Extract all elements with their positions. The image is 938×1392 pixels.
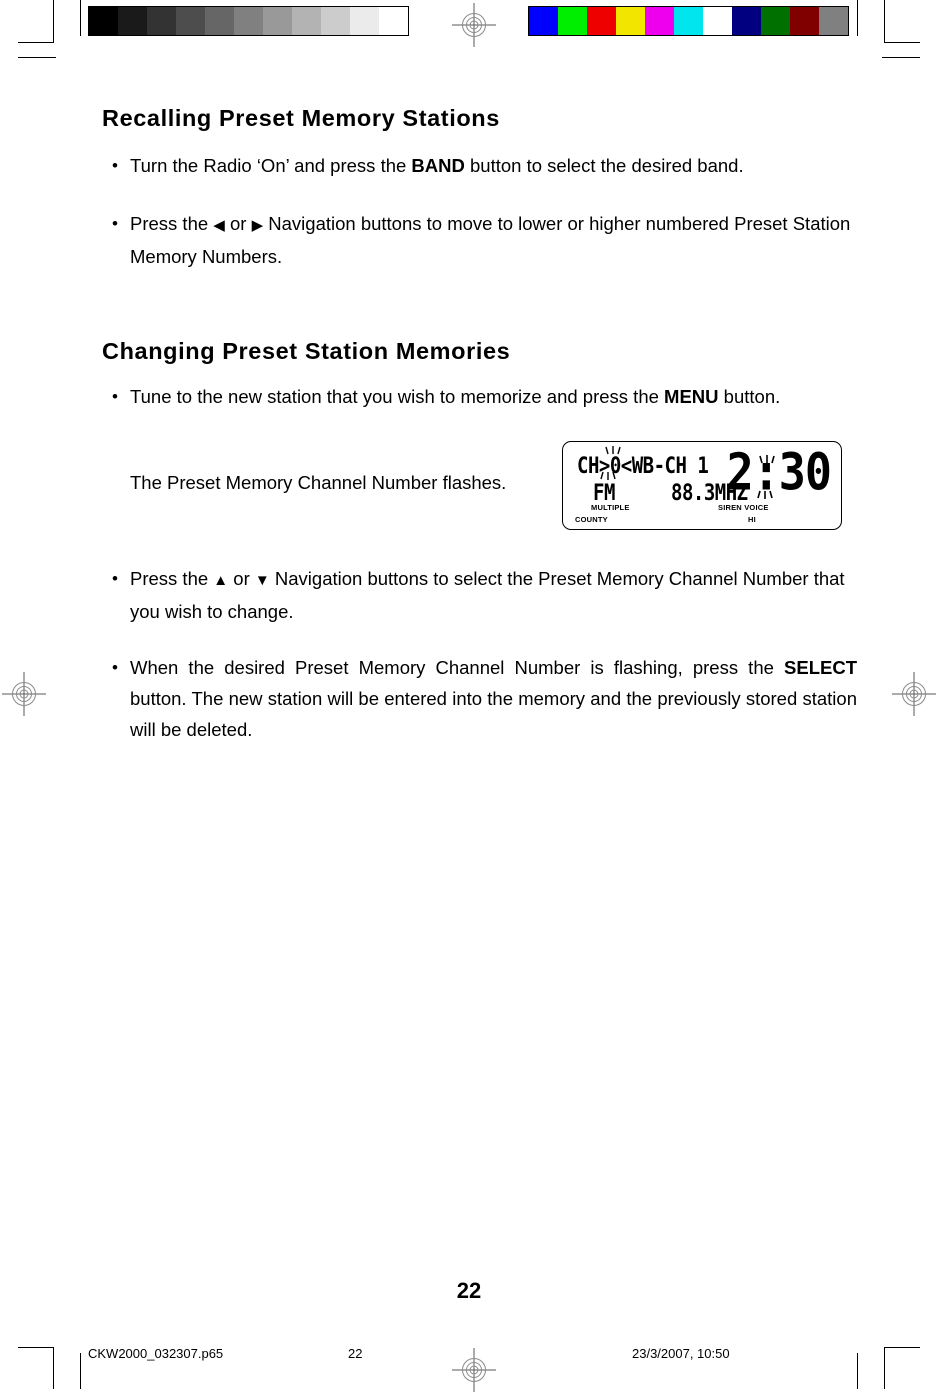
grayscale-swatch-10: [379, 7, 408, 35]
bullet-5-mid: button. The new station will be entered …: [130, 688, 658, 709]
grayscale-swatch-4: [205, 7, 234, 35]
grayscale-swatch-7: [292, 7, 321, 35]
color-swatch-6: [703, 7, 732, 35]
crop-mark-top-right-horizontal: [884, 42, 920, 43]
grayscale-swatch-0: [89, 7, 118, 35]
color-swatch-5: [674, 7, 703, 35]
registration-mark-right-middle: [892, 672, 936, 716]
band-button-label: BAND: [411, 155, 465, 176]
list-item-text: Press the ▲ or ▼ Navigation buttons to s…: [130, 563, 852, 627]
section-heading-recalling-preset-memory-stations: Recalling Preset Memory Stations: [102, 105, 500, 131]
lcd-label-county: COUNTY: [575, 515, 608, 524]
color-calibration-bar: [528, 6, 849, 36]
crop-mark-top-right-outer: [857, 0, 858, 36]
grayscale-swatch-9: [350, 7, 379, 35]
lcd-label-multiple: MULTIPLE: [591, 503, 630, 512]
list-item: • Tune to the new station that you wish …: [112, 381, 852, 412]
color-swatch-4: [645, 7, 674, 35]
registration-ring-inner: [909, 689, 919, 699]
color-swatch-9: [790, 7, 819, 35]
registration-mark-left-middle: [2, 672, 46, 716]
list-item: • When the desired Preset Memory Channel…: [112, 652, 857, 745]
crop-mark-bottom-left-horizontal: [18, 1347, 54, 1348]
bullet-1-post: button to select the desired band.: [464, 155, 744, 176]
bullet-marker: •: [112, 658, 118, 677]
list-item-text: Tune to the new station that you wish to…: [130, 381, 852, 412]
registration-ring-inner: [469, 1365, 479, 1375]
lcd-channel-prefix: CH>: [577, 453, 610, 479]
lcd-channel-suffix: <WB-CH 1: [620, 453, 709, 479]
registration-ring-inner: [469, 20, 479, 30]
footer-filename: CKW2000_032307.p65: [88, 1346, 224, 1361]
grayscale-swatch-6: [263, 7, 292, 35]
bullet-3-pre: Tune to the new station that you wish to…: [130, 386, 665, 407]
crop-mark-bottom-right-horizontal: [884, 1347, 920, 1348]
section-heading-changing-preset-station-memories: Changing Preset Station Memories: [102, 338, 511, 364]
footer-page-number: 22: [348, 1346, 363, 1361]
bullet-4-mid: or: [228, 568, 255, 589]
crop-mark-bottom-right-vertical: [884, 1347, 885, 1389]
bullet-5-pre: When the desired Preset Memory Channel N…: [130, 657, 785, 678]
lcd-line-channel: CH>0<WB-CH 1: [577, 453, 709, 479]
color-swatch-10: [819, 7, 848, 35]
crop-mark-top-left-outer: [80, 0, 81, 36]
menu-button-label: MENU: [664, 386, 719, 407]
bullet-marker: •: [112, 387, 118, 406]
list-item-text: When the desired Preset Memory Channel N…: [130, 652, 857, 745]
right-arrow-icon: ▶: [251, 217, 264, 234]
down-arrow-icon: ▼: [254, 572, 270, 589]
select-button-label: SELECT: [784, 657, 857, 678]
bullet-marker: •: [112, 156, 118, 175]
lcd-label-hi: HI: [748, 515, 756, 524]
left-arrow-icon: ◀: [213, 217, 225, 234]
crop-mark-top-left-horizontal: [18, 42, 54, 43]
lcd-display-figure: CH>0<WB-CH 1 FM 88.3MHZ 2:30 MULTIPLE CO…: [562, 441, 842, 530]
registration-ring-inner: [19, 689, 29, 699]
grayscale-swatch-2: [147, 7, 176, 35]
list-item: • Turn the Radio ‘On’ and press the BAND…: [112, 150, 852, 181]
grayscale-swatch-5: [234, 7, 263, 35]
lcd-channel-number: 0: [609, 453, 621, 479]
page-number: 22: [456, 1278, 482, 1303]
crop-mark-bottom-left-outer: [80, 1353, 81, 1389]
color-swatch-3: [616, 7, 645, 35]
footer-timestamp: 23/3/2007, 10:50: [632, 1346, 730, 1361]
color-swatch-2: [587, 7, 616, 35]
grayscale-swatch-8: [321, 7, 350, 35]
crop-mark-top-left-vertical: [53, 0, 54, 42]
crop-mark-top-right-outer-h: [882, 57, 920, 58]
bullet-1-pre: Turn the Radio ‘On’ and press the: [130, 155, 412, 176]
grayscale-swatch-3: [176, 7, 205, 35]
bullet-4-pre: Press the: [130, 568, 214, 589]
bullet-marker: •: [112, 214, 118, 233]
crop-mark-bottom-left-vertical: [53, 1347, 54, 1389]
flash-note-text: The Preset Memory Channel Number flashes…: [130, 472, 507, 493]
list-item-text: Turn the Radio ‘On’ and press the BAND b…: [130, 150, 852, 181]
list-item: • Press the ▲ or ▼ Navigation buttons to…: [112, 563, 852, 627]
bullet-3-post: button.: [718, 386, 781, 407]
up-arrow-icon: ▲: [213, 572, 229, 589]
list-item-text: Press the ◀ or ▶ Navigation buttons to m…: [130, 208, 852, 272]
registration-mark-top-center: [452, 3, 496, 47]
lcd-clock-readout: 2:30: [726, 442, 832, 502]
crop-mark-bottom-right-outer: [857, 1353, 858, 1389]
color-swatch-0: [529, 7, 558, 35]
grayscale-swatch-1: [118, 7, 147, 35]
list-item: • Press the ◀ or ▶ Navigation buttons to…: [112, 208, 852, 272]
bullet-2-pre: Press the: [130, 213, 214, 234]
crop-mark-top-right-vertical: [884, 0, 885, 42]
color-swatch-1: [558, 7, 587, 35]
color-swatch-8: [761, 7, 790, 35]
crop-mark-top-left-outer-h: [18, 57, 56, 58]
bullet-marker: •: [112, 569, 118, 588]
lcd-label-siren-voice: SIREN VOICE: [718, 503, 769, 512]
registration-mark-bottom-center: [452, 1348, 496, 1392]
grayscale-calibration-bar: [88, 6, 409, 36]
color-swatch-7: [732, 7, 761, 35]
bullet-2-mid: or: [224, 213, 252, 234]
